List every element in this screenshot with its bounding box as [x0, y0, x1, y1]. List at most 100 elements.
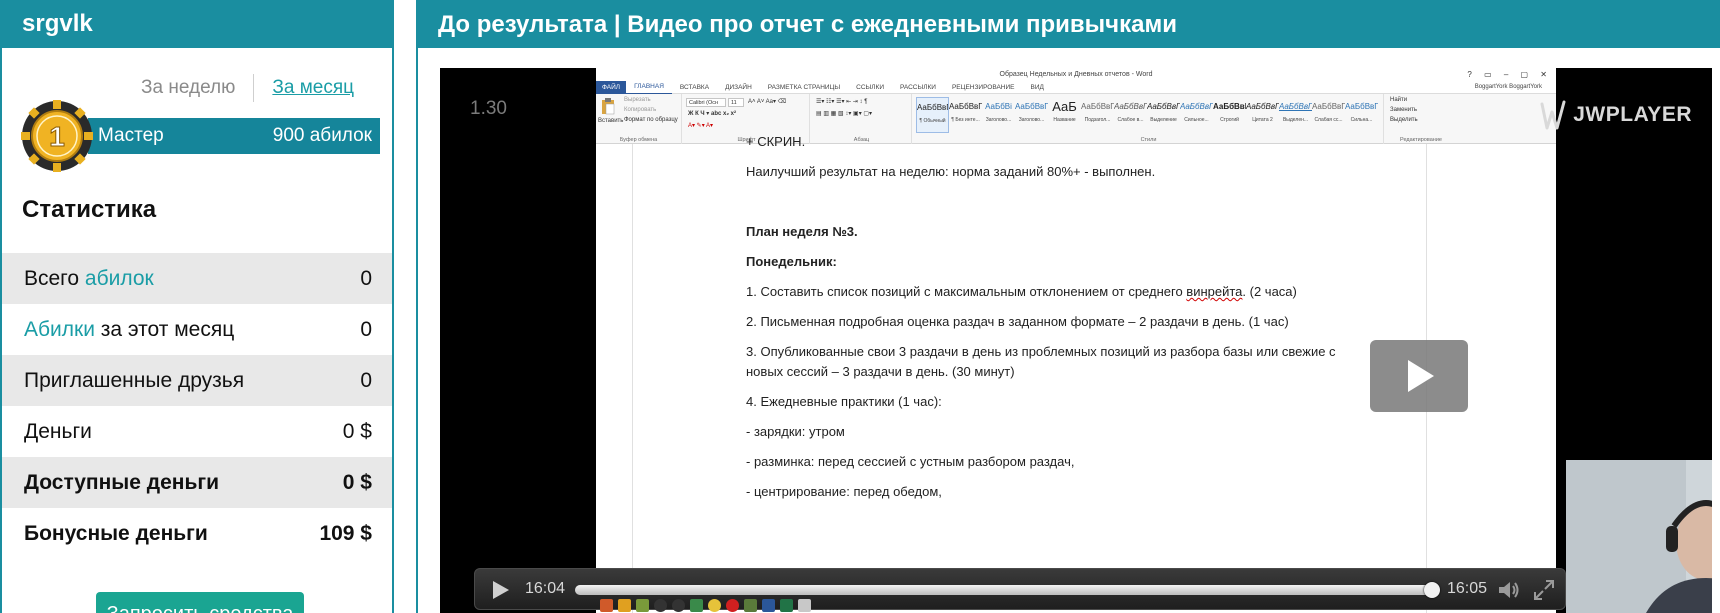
style-name: Сильна... [1350, 117, 1373, 123]
select-label: Выделить [1390, 117, 1418, 123]
word-ribbon-tabs: ФАЙЛ ГЛАВНАЯ ВСТАВКА ДИЗАЙН РАЗМЕТКА СТР… [596, 80, 1556, 94]
style-sample: АаБ [1052, 99, 1077, 114]
seek-bar[interactable] [575, 582, 1441, 598]
medal-number: 1 [49, 121, 65, 152]
style-name: Подзагол... [1084, 117, 1111, 123]
font-color-icons: A▾ ✎▾ A▾ [688, 123, 714, 129]
style-item: АаБбВвГ Подзагол... [1081, 97, 1114, 133]
stat-label: Всего абилок [24, 267, 154, 291]
period-month-link[interactable]: За месяц [272, 77, 354, 99]
font-size-box: 11 [728, 98, 744, 107]
jwplayer-logo-text: JWPLAYER [1573, 103, 1692, 126]
doc-line: новых сессий – 3 раздачи в день. (30 мин… [746, 364, 1015, 379]
word-ribbon: Вставить Вырезать Копировать Формат по о… [596, 94, 1556, 144]
taskbar-app-icon [654, 599, 667, 612]
style-item: АаБбВвГг, ¶ Обычный [916, 97, 949, 133]
username-header: srgvlk [2, 0, 392, 48]
period-divider [253, 74, 255, 102]
doc-line: - зарядки: утром [746, 424, 845, 439]
style-sample: АаБбВвГг, [949, 102, 982, 111]
style-name: Заголово... [985, 117, 1012, 123]
style-sample: АаБбВі [985, 102, 1012, 111]
stat-money: Деньги 0 $ [2, 406, 392, 457]
seek-bar-knob[interactable] [1424, 582, 1441, 598]
style-name: Слабое в... [1117, 117, 1144, 123]
taskbar-strip [596, 598, 926, 613]
opera-icon [726, 599, 739, 612]
cut-label: Вырезать [624, 97, 651, 103]
player-counter: 1.30 [470, 98, 507, 119]
style-sample: АаБбВвГ [1015, 102, 1048, 111]
doc-line: 4. Ежедневные практики (1 час): [746, 394, 942, 409]
request-funds-button[interactable]: Запросить средства [96, 592, 304, 613]
style-item: АаБбВвГг Сильное... [1180, 97, 1213, 133]
style-name: Название [1053, 117, 1076, 123]
word-tab-home: ГЛАВНАЯ [626, 80, 672, 94]
stat-value: 0 [360, 317, 372, 341]
doc-line: Наилучший результат на неделю: норма зад… [746, 164, 1156, 179]
word-tab-file: ФАЙЛ [596, 80, 627, 94]
style-item: АаБбВвГг Слабая сс... [1312, 97, 1345, 133]
word-tab-references: ССЫЛКИ [856, 83, 884, 91]
word-tab-mailings: РАССЫЛКИ [900, 83, 936, 91]
video-player[interactable]: 1.30 Образец Недельных и Дневных отчетов… [440, 68, 1712, 613]
play-overlay-button[interactable] [1370, 340, 1468, 412]
stat-value: 0 [360, 368, 372, 392]
paste-icon [602, 98, 615, 115]
find-label: Найти [1390, 97, 1408, 103]
paste-label: Вставить [598, 118, 624, 124]
style-item: АаБ Название [1048, 97, 1081, 133]
taskbar-app-icon [690, 599, 703, 612]
doc-line: 2. Письменная подробная оценка раздач в … [746, 314, 1289, 329]
word-tab-view: ВИД [1030, 83, 1044, 91]
doc-line: - разминка: перед сессией с устным разбо… [746, 454, 1075, 469]
ribbon-paragraph: ☰▾ ☷▾ ☰▾ ⇤ ⇥ ↕ ¶ ▤ ▥ ▦ ▧ ↕▾ ▣▾ ▢▾ Абзац [812, 94, 912, 144]
stat-invited-friends: Приглашенные друзья 0 [2, 355, 392, 406]
page-margin-left [632, 144, 633, 613]
period-tabs: За неделю За месяц [141, 74, 354, 102]
doc-line: План неделя №3. [746, 224, 858, 239]
word-tab-review: РЕЦЕНЗИРОВАНИЕ [951, 83, 1015, 91]
stat-label: Абилки за этот месяц [24, 318, 234, 342]
style-name: ¶ Без инте... [951, 117, 980, 123]
play-button-icon[interactable] [489, 579, 511, 601]
video-card: До результата | Видео про отчет с ежедне… [416, 0, 1720, 613]
stat-label: Бонусные деньги [24, 521, 208, 545]
stat-label: Доступные деньги [24, 470, 220, 494]
style-item: АаБбВвГ Заголово... [1015, 97, 1048, 133]
style-name: Выделение [1150, 117, 1177, 123]
period-week-link[interactable]: За неделю [141, 77, 235, 99]
stat-bonus-money: Бонусные деньги 109 $ [2, 508, 392, 559]
doc-line: + СКРИН. [746, 134, 806, 149]
taskbar-app-icon [600, 599, 613, 612]
word-icon [762, 599, 775, 612]
style-name: ¶ Обычный [919, 118, 946, 124]
word-tab-layout: РАЗМЕТКА СТРАНИЦЫ [767, 83, 841, 91]
style-item: АаБбВвГг Выделение [1147, 97, 1180, 133]
stat-label-accent[interactable]: абилок [85, 267, 154, 290]
rank-name: Мастер [98, 125, 164, 146]
stat-label-text: Всего [24, 266, 85, 290]
profile-card: srgvlk За неделю За месяц Мастер 900 аби… [0, 0, 394, 613]
stat-abilki-month: Абилки за этот месяц 0 [2, 304, 392, 355]
font-grow-icon: A˄ A˅ Aa▾ ⌫ [748, 99, 787, 105]
stats-list: Всего абилок 0 Абилки за этот месяц 0 Пр… [2, 253, 392, 559]
window-controls-icon: ? ▭ – ▢ ✕ [1467, 70, 1552, 79]
word-titlebar: Образец Недельных и Дневных отчетов - Wo… [596, 68, 1556, 81]
style-sample: АаБбВвГ [1081, 102, 1114, 111]
align-icons: ▤ ▥ ▦ ▧ ↕▾ ▣▾ ▢▾ [816, 111, 873, 117]
doc-line: Понедельник: [746, 254, 837, 269]
seek-bar-progress [575, 585, 1433, 595]
style-sample: АаБбВвГг [1147, 102, 1180, 111]
paragraph-group-label: Абзац [853, 137, 870, 143]
doc-line-text: 1. Составить список позиций с максимальн… [746, 284, 1187, 299]
stat-label-accent[interactable]: Абилки [24, 318, 95, 341]
rank-row: Мастер 900 абилок [88, 118, 380, 154]
style-sample: АаБбВвГг [1246, 102, 1279, 111]
doc-misspelled-word: винрейта [1186, 284, 1243, 299]
fullscreen-icon[interactable] [1533, 579, 1555, 601]
stat-total-abilki: Всего абилок 0 [2, 253, 392, 304]
style-sample: АаБбВвГг, [917, 103, 948, 112]
style-sample: АаБбВвГг [1114, 102, 1147, 111]
volume-icon[interactable] [1497, 579, 1521, 601]
